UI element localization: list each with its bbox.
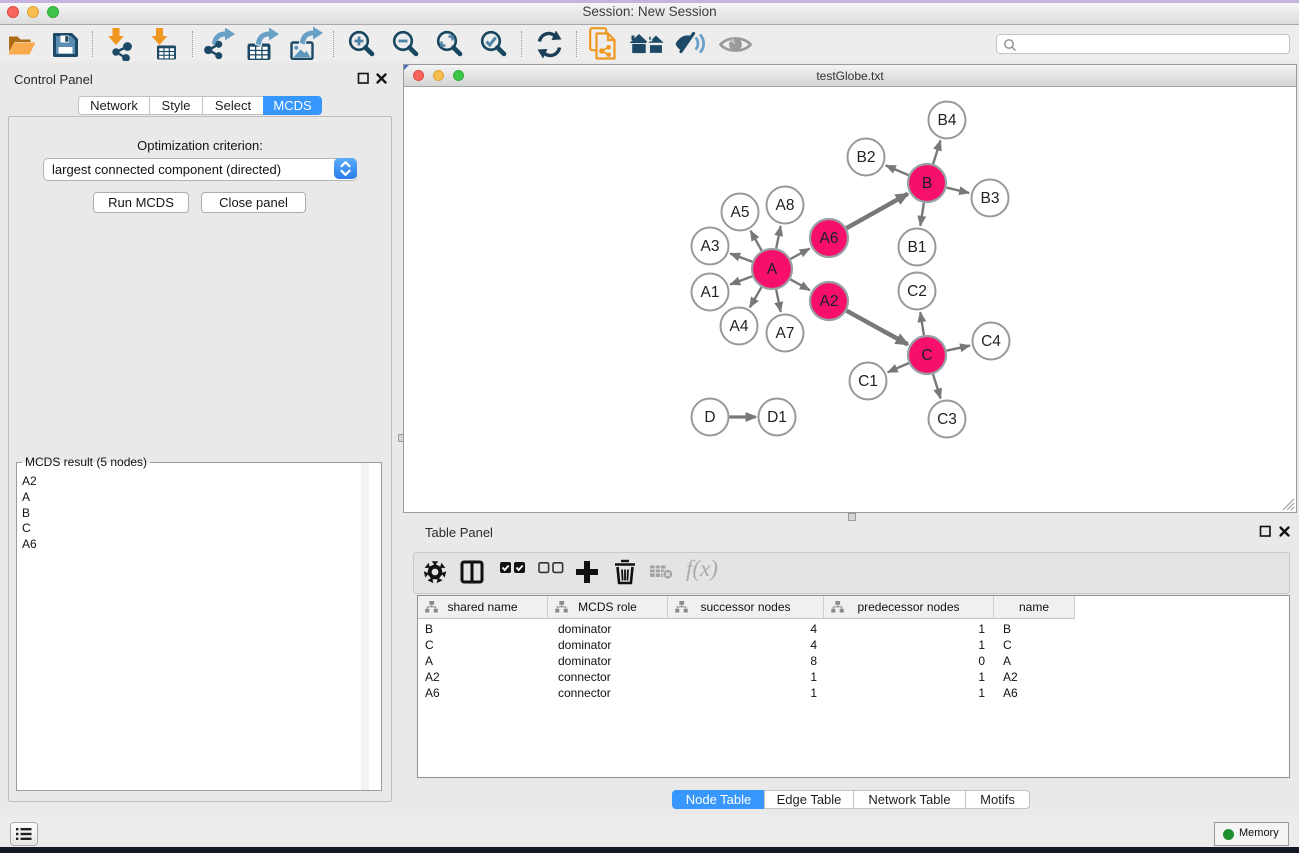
svg-text:D1: D1 [767,409,787,426]
svg-text:C1: C1 [858,373,878,390]
svg-text:C3: C3 [937,411,957,428]
svg-text:B1: B1 [908,239,927,256]
svg-text:C: C [921,347,932,364]
svg-text:D: D [704,409,715,426]
svg-text:A3: A3 [701,238,720,255]
svg-text:C2: C2 [907,283,927,300]
svg-text:B4: B4 [938,112,957,129]
svg-text:C4: C4 [981,333,1001,350]
svg-text:A4: A4 [730,318,749,335]
svg-text:A8: A8 [776,197,795,214]
svg-text:A1: A1 [701,284,720,301]
svg-text:A5: A5 [731,204,750,221]
svg-text:A7: A7 [776,325,795,342]
svg-text:A2: A2 [820,293,839,310]
svg-text:B2: B2 [857,149,876,166]
svg-text:B: B [922,175,932,192]
svg-text:B3: B3 [981,190,1000,207]
svg-text:A6: A6 [820,230,839,247]
svg-text:A: A [767,261,778,278]
